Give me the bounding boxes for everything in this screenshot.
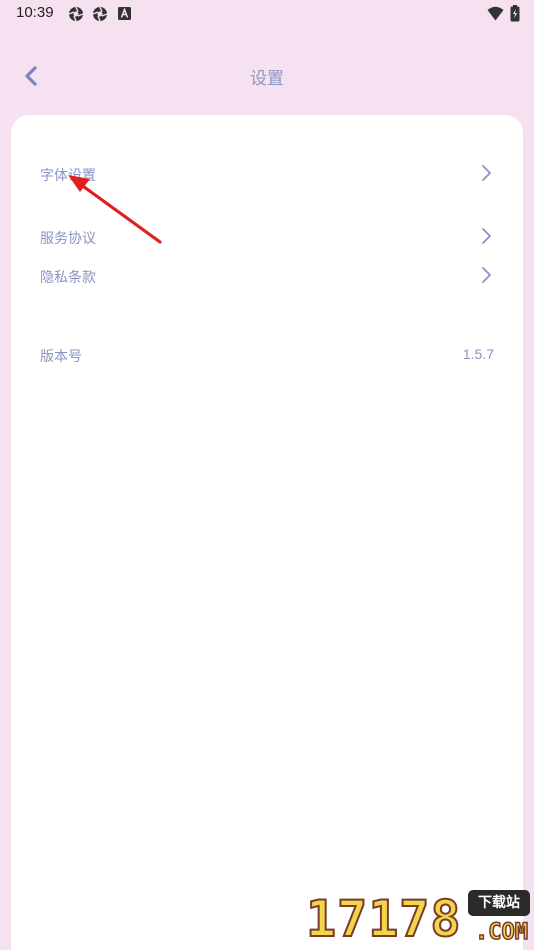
settings-row-font[interactable]: 字体设置 (11, 155, 523, 191)
wifi-icon (487, 6, 504, 21)
chevron-right-icon (482, 228, 491, 244)
page-title: 设置 (250, 69, 284, 89)
chevron-right-icon (482, 165, 491, 181)
status-right-icons (487, 5, 520, 22)
settings-row-label: 字体设置 (40, 168, 96, 184)
settings-row-service-agreement[interactable]: 服务协议 (11, 218, 523, 254)
settings-row-version: 版本号 1.5.7 (11, 336, 523, 372)
battery-charging-icon (510, 5, 520, 22)
watermark-tag: 下载站 (468, 890, 530, 916)
status-time: 10:39 (16, 4, 54, 21)
aperture-icon (92, 6, 108, 22)
version-label: 版本号 (40, 349, 82, 365)
status-bar: 10:39 (0, 0, 534, 28)
settings-row-privacy-policy[interactable]: 隐私条款 (11, 257, 523, 293)
settings-row-label: 服务协议 (40, 231, 96, 247)
settings-card: 字体设置 服务协议 隐私条款 版本号 1.5.7 (11, 115, 523, 950)
watermark-digits: 17178 (305, 889, 462, 949)
watermark-logo: 17178 下载站 .COM (305, 884, 532, 950)
settings-row-label: 隐私条款 (40, 270, 96, 286)
app-header: 设置 (0, 48, 534, 102)
android-a-icon (118, 7, 131, 20)
screen: 10:39 设置 字体设置 服务协议 隐私条款 版本号 1.5.7 17178 … (0, 0, 534, 950)
version-value: 1.5.7 (462, 346, 494, 362)
aperture-icon (68, 6, 84, 22)
watermark-suffix: .COM (474, 919, 528, 946)
chevron-right-icon (482, 267, 491, 283)
